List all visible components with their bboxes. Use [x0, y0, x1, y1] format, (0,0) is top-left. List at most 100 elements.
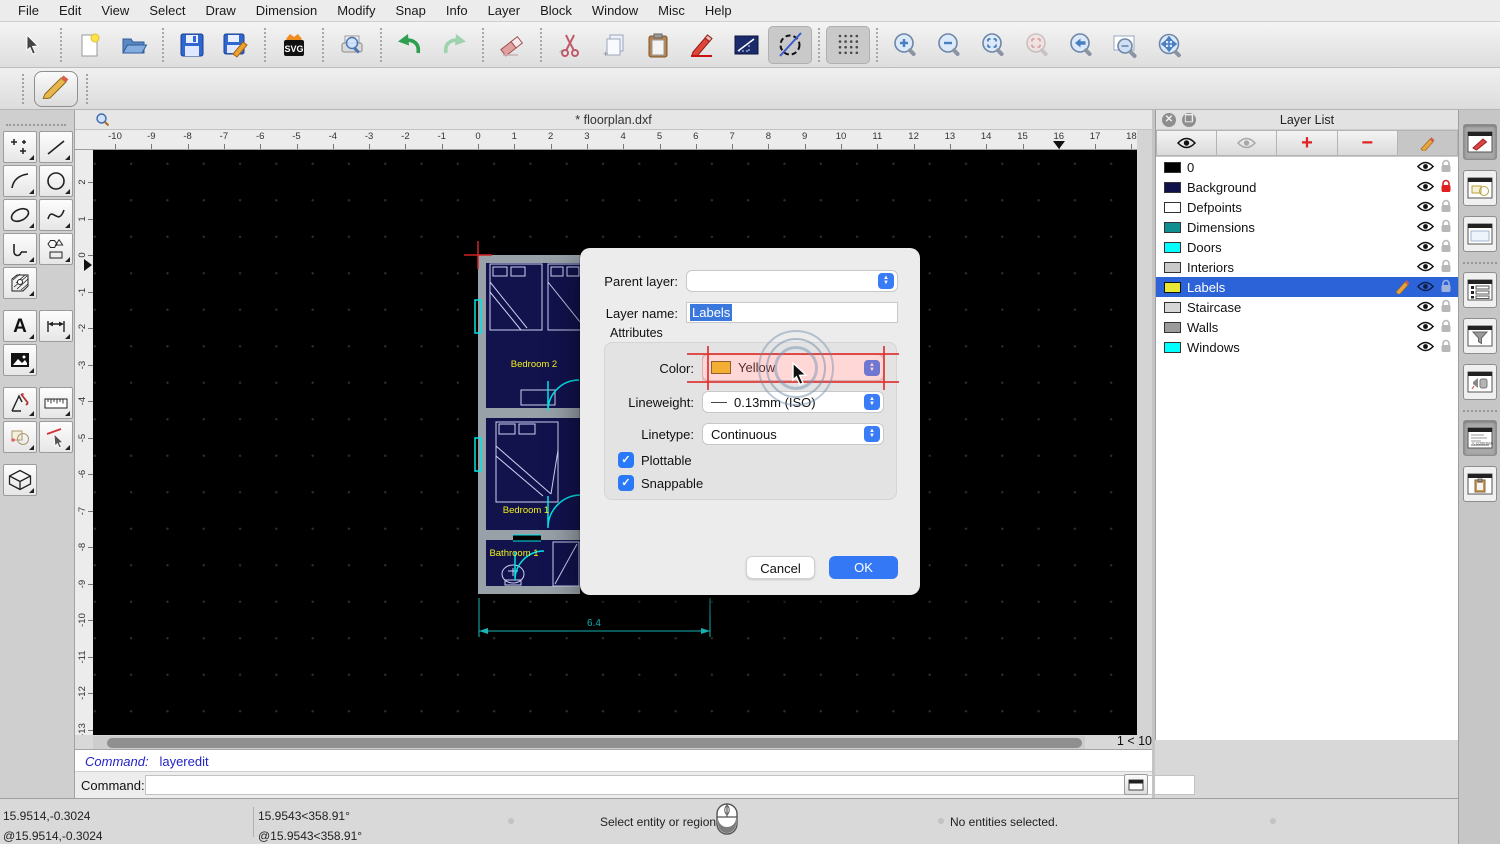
selection-filter-panel-toggle-button[interactable]	[1463, 318, 1497, 354]
measure-tool-button[interactable]	[39, 387, 73, 419]
layer-lock-icon[interactable]	[1440, 199, 1452, 216]
grid-toggle-button[interactable]	[826, 26, 870, 64]
draw-pencil-tool-button[interactable]	[34, 71, 78, 107]
clipboard-panel-toggle-button[interactable]	[1463, 466, 1497, 502]
points-tool-button[interactable]	[3, 131, 37, 163]
layer-visibility-eye-icon[interactable]	[1417, 280, 1434, 295]
palette-drag-handle[interactable]	[6, 124, 66, 126]
circle-tool-button[interactable]	[39, 165, 73, 197]
layer-lock-icon[interactable]	[1440, 259, 1452, 276]
new-document-button[interactable]	[68, 26, 112, 64]
delete-entities-button[interactable]	[490, 26, 534, 64]
menu-file[interactable]: File	[8, 3, 49, 18]
linetype-select[interactable]: Continuous ▲▼	[702, 423, 884, 445]
selection-panel-toggle-button[interactable]	[1463, 170, 1497, 206]
property-editor-panel-toggle-button[interactable]	[1463, 124, 1497, 160]
undock-panel-icon[interactable]: ❐	[1182, 113, 1196, 127]
zoom-previous-button[interactable]	[1060, 26, 1104, 64]
deselect-tool-button[interactable]	[39, 421, 73, 453]
command-line-panel-toggle-button[interactable]: < command	[1463, 420, 1497, 456]
zoom-out-button[interactable]	[928, 26, 972, 64]
ellipse-tool-button[interactable]	[3, 199, 37, 231]
line-tool-button[interactable]	[39, 131, 73, 163]
copy-button[interactable]: +	[592, 26, 636, 64]
spline-tool-button[interactable]	[39, 199, 73, 231]
layer-visibility-eye-icon[interactable]	[1417, 160, 1434, 175]
toolbar-drag-handle[interactable]	[22, 74, 26, 104]
layer-row-labels[interactable]: Labels	[1156, 277, 1458, 297]
layer-row-dimensions[interactable]: Dimensions	[1156, 217, 1458, 237]
toolbar-drag-handle[interactable]	[86, 74, 90, 104]
menu-snap[interactable]: Snap	[386, 3, 436, 18]
command-panel-toggle-button[interactable]	[1124, 774, 1148, 795]
image-tool-button[interactable]	[3, 344, 37, 376]
layer-lock-icon[interactable]	[1440, 239, 1452, 256]
menu-edit[interactable]: Edit	[49, 3, 91, 18]
close-panel-icon[interactable]: ✕	[1162, 113, 1176, 127]
cancel-button[interactable]: Cancel	[746, 556, 815, 579]
command-input[interactable]	[145, 775, 1195, 795]
layer-name-input[interactable]: Labels	[686, 302, 898, 323]
dimension-tool-button[interactable]	[39, 310, 73, 342]
svg-export-button[interactable]: SVG	[272, 26, 316, 64]
line-tools-button[interactable]	[724, 26, 768, 64]
layer-row-0[interactable]: 0	[1156, 157, 1458, 177]
layer-visibility-eye-icon[interactable]	[1417, 240, 1434, 255]
layer-row-windows[interactable]: Windows	[1156, 337, 1458, 357]
layer-row-interiors[interactable]: Interiors	[1156, 257, 1458, 277]
show-all-layers-button[interactable]	[1156, 130, 1217, 156]
save-as-button[interactable]	[214, 26, 258, 64]
menu-draw[interactable]: Draw	[195, 3, 245, 18]
layer-lock-icon[interactable]	[1440, 179, 1452, 196]
paste-button[interactable]	[636, 26, 680, 64]
layer-visibility-eye-icon[interactable]	[1417, 180, 1434, 195]
layer-visibility-eye-icon[interactable]	[1417, 200, 1434, 215]
ok-button[interactable]: OK	[829, 556, 898, 579]
library-browser-panel-toggle-button[interactable]	[1463, 364, 1497, 400]
plottable-checkbox[interactable]: ✓	[618, 452, 634, 468]
shape-tool-button[interactable]	[39, 233, 73, 265]
open-document-button[interactable]	[112, 26, 156, 64]
menu-block[interactable]: Block	[530, 3, 582, 18]
print-preview-button[interactable]	[330, 26, 374, 64]
parent-layer-select[interactable]: ▲▼	[686, 270, 898, 292]
layer-lock-icon[interactable]	[1440, 219, 1452, 236]
layer-row-walls[interactable]: Walls	[1156, 317, 1458, 337]
zoom-auto-button[interactable]	[972, 26, 1016, 64]
layer-row-defpoints[interactable]: Defpoints	[1156, 197, 1458, 217]
menu-layer[interactable]: Layer	[478, 3, 531, 18]
layer-visibility-eye-icon[interactable]	[1417, 220, 1434, 235]
menu-view[interactable]: View	[91, 3, 139, 18]
layer-visibility-eye-icon[interactable]	[1417, 340, 1434, 355]
save-document-button[interactable]	[170, 26, 214, 64]
hide-all-layers-button[interactable]	[1217, 130, 1277, 156]
isometric-tool-button[interactable]	[3, 464, 37, 496]
layer-visibility-eye-icon[interactable]	[1417, 300, 1434, 315]
layer-row-staircase[interactable]: Staircase	[1156, 297, 1458, 317]
layer-lock-icon[interactable]	[1440, 319, 1452, 336]
layer-lock-icon[interactable]	[1440, 299, 1452, 316]
menu-window[interactable]: Window	[582, 3, 648, 18]
layer-lock-icon[interactable]	[1440, 339, 1452, 356]
add-layer-button[interactable]: +	[1277, 130, 1337, 156]
modify-tool-button[interactable]	[3, 387, 37, 419]
redo-button[interactable]	[432, 26, 476, 64]
layer-visibility-eye-icon[interactable]	[1417, 320, 1434, 335]
menu-select[interactable]: Select	[139, 3, 195, 18]
zoom-in-button[interactable]	[884, 26, 928, 64]
viewport-panel-toggle-button[interactable]	[1463, 216, 1497, 252]
remove-layer-button[interactable]: −	[1338, 130, 1398, 156]
edit-layer-icon[interactable]	[1394, 278, 1411, 297]
zoom-pan-button[interactable]	[1148, 26, 1192, 64]
selection-pointer-button[interactable]	[10, 26, 54, 64]
selection-tool-button[interactable]	[3, 421, 37, 453]
layer-lock-icon[interactable]	[1440, 159, 1452, 176]
layer-lock-icon[interactable]	[1440, 279, 1452, 296]
layer-row-doors[interactable]: Doors	[1156, 237, 1458, 257]
menu-dimension[interactable]: Dimension	[246, 3, 327, 18]
zoom-window-button[interactable]	[1104, 26, 1148, 64]
edit-layer-button[interactable]	[1398, 130, 1458, 156]
arc-tool-button[interactable]	[3, 165, 37, 197]
layer-visibility-eye-icon[interactable]	[1417, 260, 1434, 275]
hatch-tool-button[interactable]	[3, 267, 37, 299]
